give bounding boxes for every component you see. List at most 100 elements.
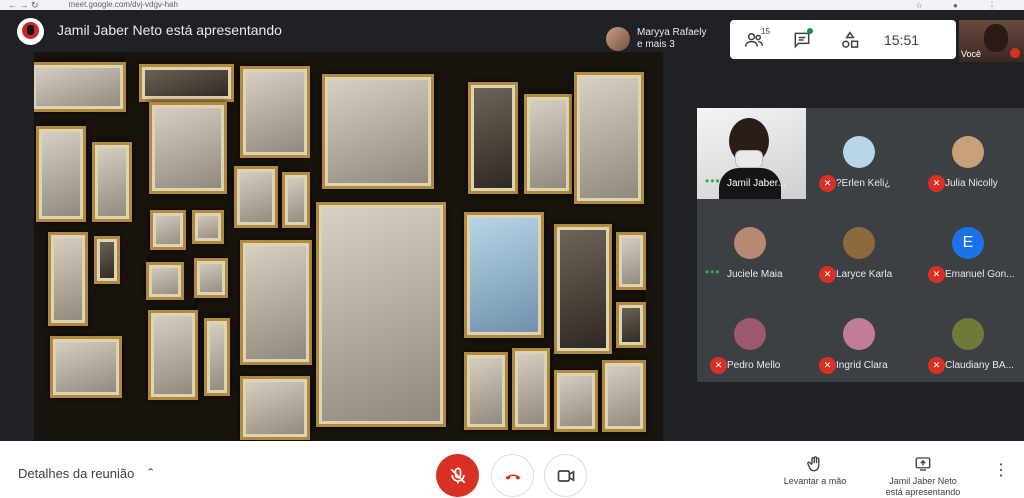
shared-presentation [34,52,663,441]
photo-frame [146,262,184,300]
microphone-toggle-button[interactable] [436,454,479,497]
more-options-icon[interactable]: ⋮ [993,463,1009,479]
participant-avatar: E [952,227,984,259]
viewer-name: Maryya Rafaely [637,26,707,38]
photo-frame [148,310,198,400]
mic-off-icon: ✕ [928,357,945,374]
photo-frame [468,82,518,194]
participant-avatar [952,318,984,350]
photo-frame [240,66,310,158]
photo-frame [234,166,278,228]
participant-avatar [734,227,766,259]
photo-frame [554,224,612,354]
self-mic-muted-icon [1010,48,1020,58]
photo-frame [554,370,598,432]
participant-name: Julia Nicolly [945,178,998,189]
video-camera-icon [557,469,574,482]
participant-tile[interactable]: ✕ Claudiany BA... [915,290,1024,381]
presenting-line-1: Jamil Jaber Neto [889,476,957,486]
photo-frame [574,72,644,204]
participant-tile[interactable]: ••• Juciele Maia [697,199,806,290]
participant-tile[interactable]: ✕ Julia Nicolly [915,108,1024,199]
participant-avatar [843,227,875,259]
participant-avatar [843,318,875,350]
photo-frame [282,172,310,228]
participant-grid: ••• Jamil Jaber... ✕ ?Erlen Keli¿ ✕ Juli… [697,108,1024,382]
participant-name: Emanuel Gon... [945,269,1015,280]
participants-count: 15 [761,27,770,36]
mic-off-icon: ✕ [819,357,836,374]
photo-frame [602,360,646,432]
photo-frame [139,64,234,102]
raise-hand-button[interactable]: Levantar a mão [772,455,858,487]
participant-video-mask [735,150,763,168]
meeting-details-button[interactable]: Detalhes da reunião ⌃ [18,466,155,481]
photo-frame [194,258,228,298]
participant-avatar [952,136,984,168]
activities-button[interactable] [826,20,874,59]
photo-frame [48,232,88,326]
participant-name: Ingrid Clara [836,360,888,371]
camera-toggle-button[interactable] [544,454,587,497]
meeting-details-label: Detalhes da reunião [18,466,135,481]
shapes-icon [842,30,859,48]
participant-name: Claudiany BA... [945,360,1014,371]
browser-toolbar: ← → ↻ meet.google.com/dvj-vdgv-hah ☆ ● ⋮ [0,0,1024,10]
photo-frame [50,336,122,398]
participant-avatar [843,136,875,168]
photo-frame [240,240,312,365]
participant-name: Juciele Maia [727,269,783,280]
meeting-clock: 15:51 [884,31,920,48]
address-bar[interactable]: meet.google.com/dvj-vdgv-hah [69,0,178,10]
participant-tile[interactable]: ••• Jamil Jaber... [697,108,806,199]
participant-tile[interactable]: ✕ Pedro Mello [697,290,806,381]
chat-notification-dot [807,28,813,34]
photo-frame [94,236,120,284]
photo-frame [524,94,572,194]
photo-frame [34,62,126,112]
photo-frame [204,318,230,396]
photo-frame [316,202,446,427]
photo-frame [36,126,86,222]
presenting-line-2: está apresentando [885,487,961,497]
mic-off-icon [450,467,465,483]
presenting-status-button[interactable]: Jamil Jaber Neto está apresentando [868,455,978,498]
self-view[interactable]: Você [959,20,1024,62]
photo-frame [464,212,544,338]
hang-up-icon [505,474,520,480]
browser-nav-buttons[interactable]: ← → ↻ [8,0,39,10]
mic-off-icon: ✕ [819,175,836,192]
photo-frame [464,352,508,430]
photo-frame [149,102,227,194]
mic-off-icon: ✕ [710,357,727,374]
meeting-top-bar: Jamil Jaber Neto está apresentando Maryy… [0,10,1024,62]
participant-tile[interactable]: ✕ Laryce Karla [806,199,915,290]
mic-off-icon: ✕ [819,266,836,283]
browser-action-icons[interactable]: ☆ ● ⋮ [916,1,1010,10]
viewer-avatar [606,26,630,51]
speaking-indicator-icon: ••• [705,174,721,188]
participant-name: ?Erlen Keli¿ [836,178,891,189]
photo-frame [616,302,646,348]
viewer-more: e mais 3 [637,38,675,50]
photo-frame [240,376,310,440]
photo-frame [192,210,224,244]
participants-button[interactable]: 15 [730,20,778,59]
participant-avatar [734,318,766,350]
participant-tile[interactable]: ✕ ?Erlen Keli¿ [806,108,915,199]
participant-tile[interactable]: E ✕ Emanuel Gon... [915,199,1024,290]
leave-call-button[interactable] [491,454,534,497]
mic-off-icon: ✕ [928,266,945,283]
participant-name: Pedro Mello [727,360,781,371]
photo-frame [150,210,186,250]
chat-button[interactable] [778,20,826,59]
participant-name: Jamil Jaber... [727,178,786,189]
raise-hand-label: Levantar a mão [783,476,847,486]
chevron-up-icon: ⌃ [146,467,156,479]
presenter-title: Jamil Jaber Neto está apresentando [57,22,282,38]
photo-frame [512,348,550,430]
speaking-indicator-icon: ••• [705,265,721,279]
photo-frame [322,74,434,189]
participant-tile[interactable]: ✕ Ingrid Clara [806,290,915,381]
mic-off-icon: ✕ [928,175,945,192]
